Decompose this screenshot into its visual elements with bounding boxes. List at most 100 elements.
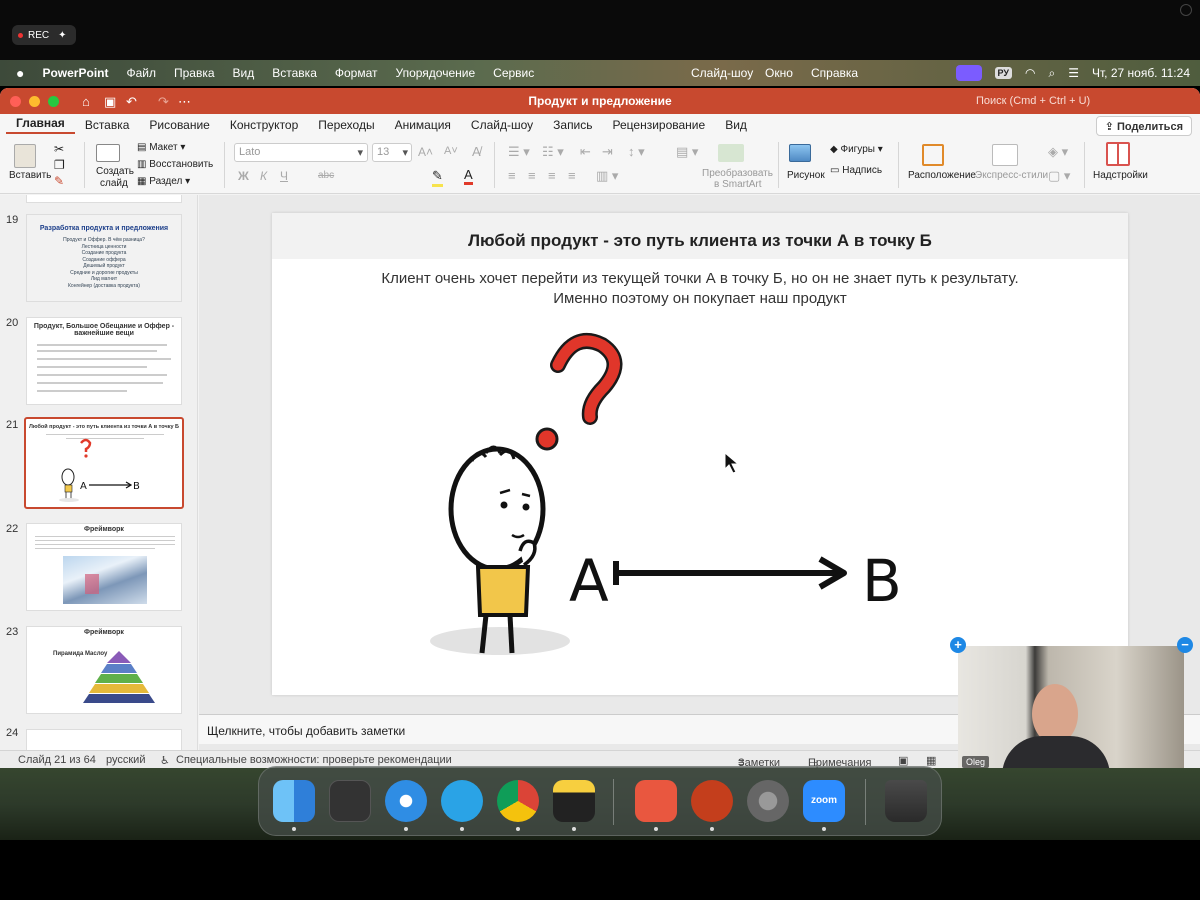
video-call-window[interactable]: Oleg: [958, 646, 1184, 772]
outdent-icon[interactable]: ⇤: [580, 144, 591, 160]
accessibility-status[interactable]: Специальные возможности: проверьте реком…: [176, 754, 452, 766]
trash-icon[interactable]: [885, 780, 927, 822]
tab-view[interactable]: Вид: [715, 118, 757, 132]
italic-button[interactable]: К: [260, 169, 267, 183]
increase-font-icon[interactable]: A˄: [418, 145, 433, 159]
menu-edit[interactable]: Правка: [165, 66, 224, 80]
slide-thumbnail-21-selected[interactable]: Любой продукт - это путь клиента из точк…: [24, 417, 184, 509]
menu-format[interactable]: Формат: [326, 66, 387, 80]
justify-icon[interactable]: ≡: [568, 168, 576, 183]
strikethrough-button[interactable]: abc: [318, 170, 334, 181]
add-participant-button[interactable]: +: [950, 637, 966, 653]
launchpad-icon[interactable]: [329, 780, 371, 822]
menu-tools[interactable]: Сервис: [484, 66, 543, 80]
language-indicator[interactable]: русский: [106, 754, 145, 766]
reset-button[interactable]: ▥ Восстановить: [137, 159, 213, 170]
slide-illustration[interactable]: A B: [272, 313, 1128, 683]
tab-design[interactable]: Конструктор: [220, 118, 308, 132]
slide-thumbnail-23[interactable]: Фреймворк Пирамида Маслоу: [26, 626, 182, 714]
addins-label[interactable]: Надстройки: [1093, 170, 1148, 181]
smartart-label-1[interactable]: Преобразовать: [702, 168, 773, 179]
columns-icon[interactable]: ▥ ▾: [596, 168, 618, 184]
tab-review[interactable]: Рецензирование: [603, 118, 716, 132]
slide-thumbnail-19[interactable]: Разработка продукта и предложения Продук…: [26, 214, 182, 302]
indent-icon[interactable]: ⇥: [602, 144, 613, 160]
menu-insert[interactable]: Вставка: [263, 66, 326, 80]
decrease-font-icon[interactable]: A˅: [444, 145, 458, 157]
minimize-video-button[interactable]: −: [1177, 637, 1193, 653]
textbox-button[interactable]: ▭ Надпись: [830, 165, 882, 176]
quick-styles-icon[interactable]: [992, 144, 1018, 166]
accessibility-icon[interactable]: ♿: [160, 754, 170, 767]
recording-indicator[interactable]: REC ✦: [12, 25, 76, 45]
addins-icon[interactable]: [1106, 142, 1130, 166]
highlight-color-icon[interactable]: ✎: [432, 168, 443, 187]
spark-icon[interactable]: [635, 780, 677, 822]
tab-animations[interactable]: Анимация: [385, 118, 461, 132]
control-center-icon[interactable]: ☰: [1068, 66, 1079, 80]
telegram-icon[interactable]: [441, 780, 483, 822]
finder-icon[interactable]: [273, 780, 315, 822]
slide-thumbnail-20[interactable]: Продукт, Большое Обещание и Оффер - важн…: [26, 317, 182, 405]
sorter-view-icon[interactable]: ▦: [926, 754, 936, 767]
arrange-icon[interactable]: [922, 144, 944, 166]
layout-button[interactable]: ▤ Макет ▾: [137, 142, 185, 153]
menu-slideshow[interactable]: Слайд-шоу: [682, 66, 762, 80]
menu-help[interactable]: Справка: [802, 66, 867, 80]
numbering-icon[interactable]: ☷ ▾: [542, 144, 564, 160]
chrome-icon[interactable]: [497, 780, 539, 822]
new-slide-label-2[interactable]: слайд: [100, 178, 128, 189]
tab-draw[interactable]: Рисование: [139, 118, 219, 132]
new-slide-icon[interactable]: [96, 144, 120, 162]
zoom-icon[interactable]: zoom: [803, 780, 845, 822]
align-left-icon[interactable]: ≡: [508, 168, 516, 183]
font-size-field[interactable]: 13 ▾: [372, 143, 412, 162]
smartart-icon[interactable]: [718, 144, 744, 162]
notes-app-icon[interactable]: [553, 780, 595, 822]
font-color-icon[interactable]: A: [464, 167, 473, 185]
paste-icon[interactable]: [14, 144, 36, 168]
apple-menu-icon[interactable]: ●: [0, 65, 33, 81]
powerpoint-icon[interactable]: [691, 780, 733, 822]
app-menu[interactable]: PowerPoint: [33, 66, 117, 80]
arrange-label[interactable]: Расположение: [908, 170, 976, 181]
current-slide[interactable]: Любой продукт - это путь клиента из точк…: [272, 213, 1128, 695]
slide-thumbnail-24[interactable]: [26, 729, 182, 751]
clear-format-icon[interactable]: A̸: [472, 144, 481, 159]
tab-record[interactable]: Запись: [543, 118, 602, 132]
tab-transitions[interactable]: Переходы: [308, 118, 384, 132]
smartart-label-2[interactable]: в SmartArt: [714, 179, 762, 190]
menu-file[interactable]: Файл: [117, 66, 165, 80]
cut-icon[interactable]: ✂: [54, 142, 64, 156]
align-center-icon[interactable]: ≡: [528, 168, 536, 183]
menu-arrange[interactable]: Упорядочение: [387, 66, 485, 80]
system-settings-icon[interactable]: [747, 780, 789, 822]
tab-home[interactable]: Главная: [6, 116, 75, 134]
menu-view[interactable]: Вид: [224, 66, 264, 80]
screen-share-icon[interactable]: [955, 65, 982, 81]
tab-insert[interactable]: Вставка: [75, 118, 140, 132]
paste-label[interactable]: Вставить: [9, 170, 51, 181]
font-name-field[interactable]: Lato ▾: [234, 143, 368, 162]
wifi-icon[interactable]: ◠: [1025, 66, 1035, 80]
safari-icon[interactable]: [385, 780, 427, 822]
menu-window[interactable]: Окно: [756, 66, 802, 80]
quick-styles-label[interactable]: Экспресс-стили: [975, 170, 1048, 181]
slide-subtitle-line-1[interactable]: Клиент очень хочет перейти из текущей то…: [272, 270, 1128, 287]
new-slide-label-1[interactable]: Создать: [96, 166, 134, 177]
keyboard-layout-badge[interactable]: РУ: [994, 67, 1013, 79]
shape-fill-icon[interactable]: ◈ ▾: [1048, 144, 1068, 160]
share-button[interactable]: ⇪ Поделиться: [1095, 116, 1192, 136]
picture-icon[interactable]: [789, 144, 811, 162]
section-button[interactable]: ▦ Раздел ▾: [137, 176, 190, 187]
clock[interactable]: Чт, 27 нояб. 11:24: [1092, 66, 1190, 80]
columns-layout-icon[interactable]: ▤ ▾: [676, 144, 698, 160]
search-field[interactable]: Поиск (Cmd + Ctrl + U): [976, 95, 1090, 107]
bullets-icon[interactable]: ☰ ▾: [508, 144, 530, 160]
spotlight-icon[interactable]: ⌕: [1049, 66, 1056, 81]
line-spacing-icon[interactable]: ↕ ▾: [628, 144, 645, 160]
slide-subtitle-line-2[interactable]: Именно поэтому он покупает наш продукт: [272, 290, 1128, 307]
bold-button[interactable]: Ж: [238, 169, 249, 183]
shape-outline-icon[interactable]: ▢ ▾: [1048, 168, 1070, 184]
copy-icon[interactable]: ❐: [54, 158, 65, 172]
